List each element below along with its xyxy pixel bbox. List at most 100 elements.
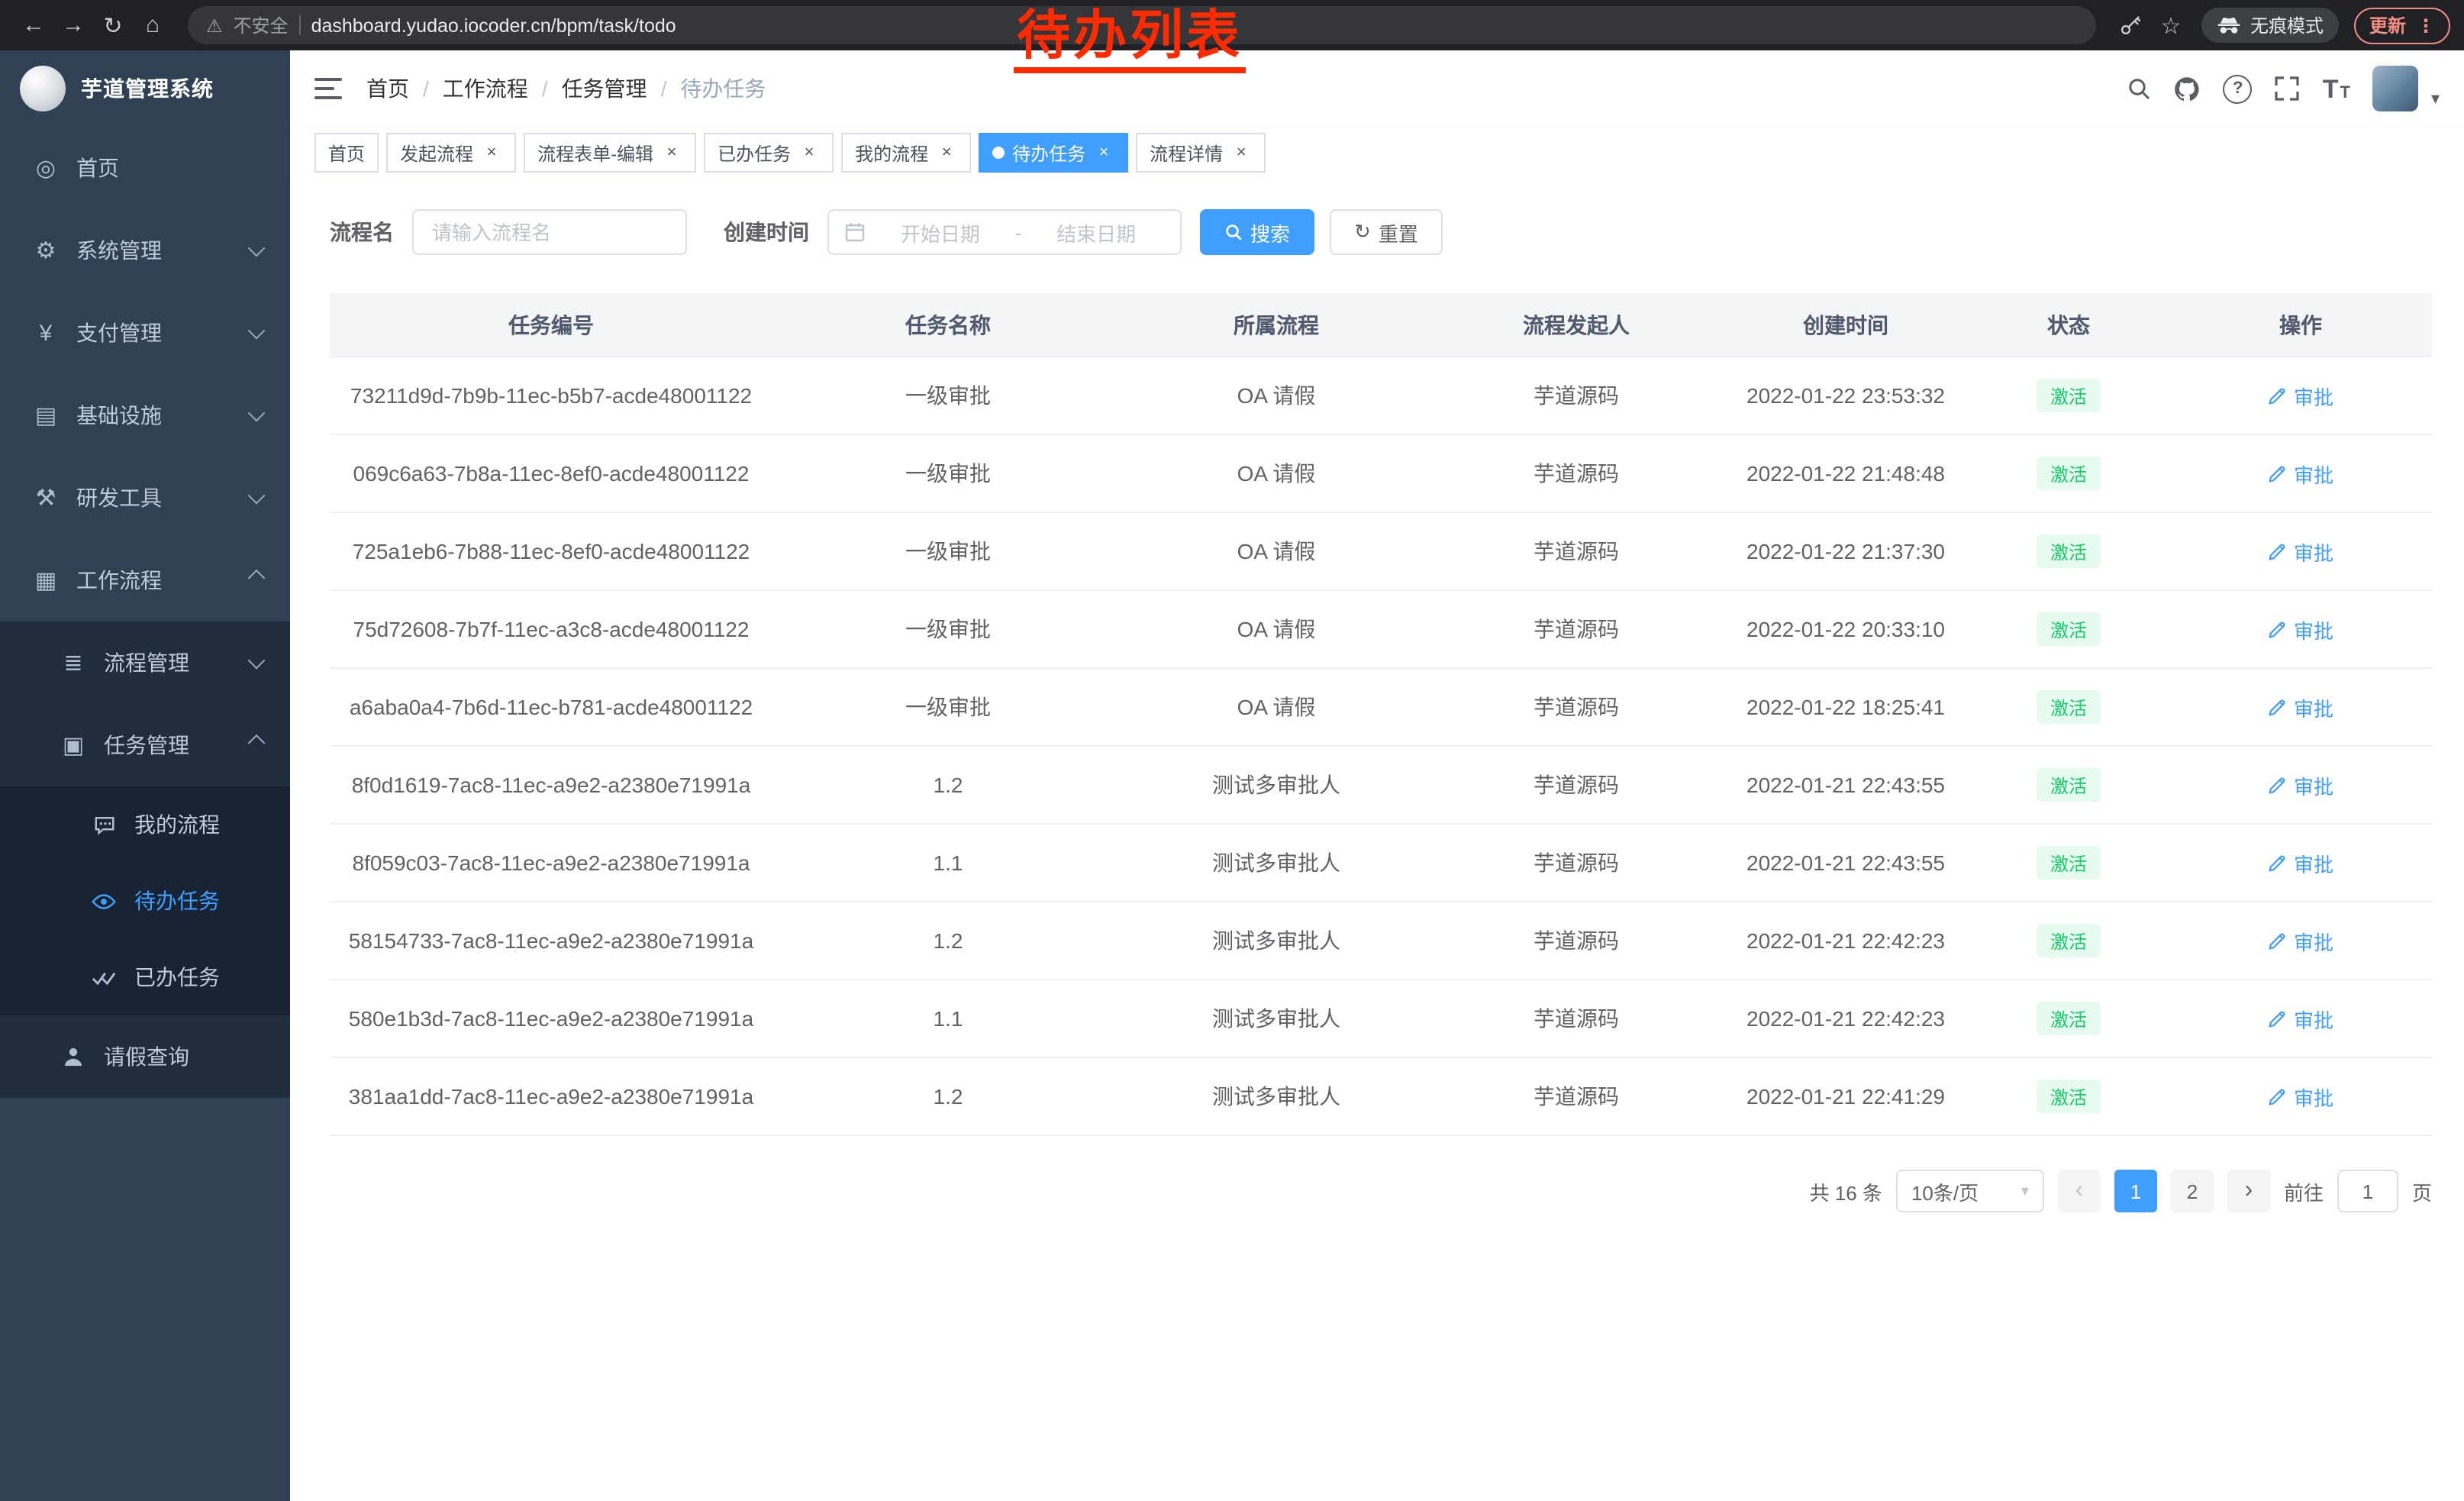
sidebar-item-task-management[interactable]: ▣ 任务管理 xyxy=(0,704,290,786)
approve-link[interactable]: 审批 xyxy=(2268,692,2333,721)
search-icon[interactable] xyxy=(2127,76,2152,101)
overflow-menu-icon[interactable]: ⋮ xyxy=(2417,15,2435,36)
sidebar-item-leave-query[interactable]: 请假查询 xyxy=(0,1015,290,1098)
date-range-picker[interactable]: 开始日期 - 结束日期 xyxy=(827,209,1182,255)
avatar[interactable] xyxy=(2373,66,2419,111)
cell-task-name: 一级审批 xyxy=(772,590,1124,668)
status-badge: 激活 xyxy=(2037,1080,2101,1113)
sidebar-item-done-tasks[interactable]: 已办任务 xyxy=(0,939,290,1015)
forward-icon[interactable]: → xyxy=(53,5,93,45)
security-label[interactable]: 不安全 xyxy=(234,12,289,38)
start-date-placeholder[interactable]: 开始日期 xyxy=(872,218,1009,247)
cell-initiator: 芋道源码 xyxy=(1429,590,1724,668)
sidebar-item-process-management[interactable]: ≣ 流程管理 xyxy=(0,621,290,704)
approve-link[interactable]: 审批 xyxy=(2268,1082,2333,1111)
cell-created: 2022-01-22 21:37:30 xyxy=(1724,512,1968,590)
close-icon[interactable]: × xyxy=(481,142,502,163)
sidebar-item-label: 基础设施 xyxy=(76,400,250,431)
breadcrumb-workflow[interactable]: 工作流程 xyxy=(443,73,528,104)
back-icon[interactable]: ← xyxy=(14,5,53,45)
cell-task-name: 1.2 xyxy=(772,746,1124,824)
font-size-icon[interactable]: T T xyxy=(2323,76,2350,102)
status-badge: 激活 xyxy=(2037,768,2101,802)
breadcrumb-home[interactable]: 首页 xyxy=(366,73,409,104)
search-button[interactable]: 搜索 xyxy=(1200,209,1314,255)
close-icon[interactable]: × xyxy=(1230,142,1252,163)
breadcrumb-task-management[interactable]: 任务管理 xyxy=(562,73,647,104)
cell-process: OA 请假 xyxy=(1124,357,1429,434)
cell-created: 2022-01-21 22:43:55 xyxy=(1724,824,1968,902)
sidebar-item-devtools[interactable]: ⚒ 研发工具 xyxy=(0,457,290,539)
prev-page-button[interactable]: ‹ xyxy=(2058,1170,2101,1212)
sidebar-item-infrastructure[interactable]: ▤ 基础设施 xyxy=(0,374,290,457)
status-badge: 激活 xyxy=(2037,457,2101,490)
tools-icon: ⚒ xyxy=(31,484,61,512)
cell-task-name: 一级审批 xyxy=(772,512,1124,590)
sidebar-toggle-icon[interactable] xyxy=(290,50,366,127)
sidebar-item-label: 请假查询 xyxy=(104,1041,263,1072)
tab-process-form-edit[interactable]: 流程表单-编辑 × xyxy=(524,133,696,173)
incognito-icon xyxy=(2217,16,2241,34)
close-icon[interactable]: × xyxy=(798,142,820,163)
cell-task-id: 381aa1dd-7ac8-11ec-a9e2-a2380e71991a xyxy=(330,1057,772,1135)
reset-button[interactable]: ↻ 重置 xyxy=(1330,209,1443,255)
page-1-button[interactable]: 1 xyxy=(2114,1170,2157,1212)
bookmark-star-icon[interactable]: ☆ xyxy=(2151,5,2191,45)
process-name-label: 流程名 xyxy=(330,217,394,247)
update-button[interactable]: 更新 ⋮ xyxy=(2354,7,2450,44)
approve-link[interactable]: 审批 xyxy=(2268,848,2333,877)
tab-my-process[interactable]: 我的流程 × xyxy=(841,133,971,173)
sidebar-item-todo-tasks[interactable]: 待办任务 xyxy=(0,863,290,939)
tab-done-tasks[interactable]: 已办任务 × xyxy=(704,133,834,173)
tab-label: 待办任务 xyxy=(1012,140,1085,166)
fullscreen-icon[interactable] xyxy=(2275,76,2300,101)
tab-initiate-process[interactable]: 发起流程 × xyxy=(386,133,516,173)
close-icon[interactable]: × xyxy=(936,142,957,163)
cell-process: 测试多审批人 xyxy=(1124,980,1429,1057)
table-row: 725a1eb6-7b88-11ec-8ef0-acde48001122 一级审… xyxy=(330,512,2432,590)
status-badge: 激活 xyxy=(2037,379,2101,412)
search-button-label: 搜索 xyxy=(1250,218,1290,247)
cell-process: OA 请假 xyxy=(1124,590,1429,668)
github-icon[interactable] xyxy=(2175,76,2201,102)
goto-page-input[interactable] xyxy=(2337,1170,2398,1212)
page-2-button[interactable]: 2 xyxy=(2171,1170,2214,1212)
tab-process-detail[interactable]: 流程详情 × xyxy=(1136,133,1266,173)
process-name-input[interactable] xyxy=(412,209,687,255)
end-date-placeholder[interactable]: 结束日期 xyxy=(1027,218,1165,247)
next-page-button[interactable]: › xyxy=(2227,1170,2270,1212)
home-icon[interactable]: ⌂ xyxy=(133,5,173,45)
help-icon[interactable]: ? xyxy=(2224,74,2253,103)
approve-link[interactable]: 审批 xyxy=(2268,1004,2333,1033)
table-row: 75d72608-7b7f-11ec-a3c8-acde48001122 一级审… xyxy=(330,590,2432,668)
tab-home[interactable]: 首页 xyxy=(314,133,379,173)
close-icon[interactable]: × xyxy=(1093,142,1114,163)
page-unit-label: 页 xyxy=(2412,1177,2432,1206)
sidebar-item-my-process[interactable]: 我的流程 xyxy=(0,786,290,863)
sidebar-item-home[interactable]: ◎ 首页 xyxy=(0,127,290,209)
reload-icon[interactable]: ↻ xyxy=(93,5,133,45)
approve-link[interactable]: 审批 xyxy=(2268,459,2333,488)
sidebar: 芋道管理系统 ◎ 首页 ⚙ 系统管理 ¥ 支付管理 ▤ 基础设施 xyxy=(0,50,290,1501)
tab-todo-tasks[interactable]: 待办任务 × xyxy=(979,133,1128,173)
cell-task-name: 1.2 xyxy=(772,1057,1124,1135)
pagination: 共 16 条 10条/页 ▾ ‹ 1 2 › 前往 页 xyxy=(330,1170,2432,1212)
approve-link[interactable]: 审批 xyxy=(2268,537,2333,566)
approve-link[interactable]: 审批 xyxy=(2268,381,2333,410)
approve-link[interactable]: 审批 xyxy=(2268,770,2333,799)
approve-link[interactable]: 审批 xyxy=(2268,926,2333,955)
cell-initiator: 芋道源码 xyxy=(1429,824,1724,902)
chevron-down-icon[interactable]: ▾ xyxy=(2431,89,2440,111)
list-icon: ≣ xyxy=(58,649,89,676)
password-key-icon[interactable] xyxy=(2111,5,2151,45)
approve-link[interactable]: 审批 xyxy=(2268,615,2333,644)
sidebar-item-label: 支付管理 xyxy=(76,318,250,348)
sidebar-item-label: 工作流程 xyxy=(76,565,250,596)
url-bar[interactable]: ⚠ 不安全 dashboard.yudao.iocoder.cn/bpm/tas… xyxy=(188,6,2096,44)
sidebar-item-system-management[interactable]: ⚙ 系统管理 xyxy=(0,209,290,292)
close-icon[interactable]: × xyxy=(661,142,682,163)
cell-created: 2022-01-21 22:42:23 xyxy=(1724,980,1968,1057)
sidebar-item-payment-management[interactable]: ¥ 支付管理 xyxy=(0,292,290,374)
page-size-select[interactable]: 10条/页 ▾ xyxy=(1896,1170,2044,1212)
sidebar-item-workflow[interactable]: ▦ 工作流程 xyxy=(0,539,290,621)
